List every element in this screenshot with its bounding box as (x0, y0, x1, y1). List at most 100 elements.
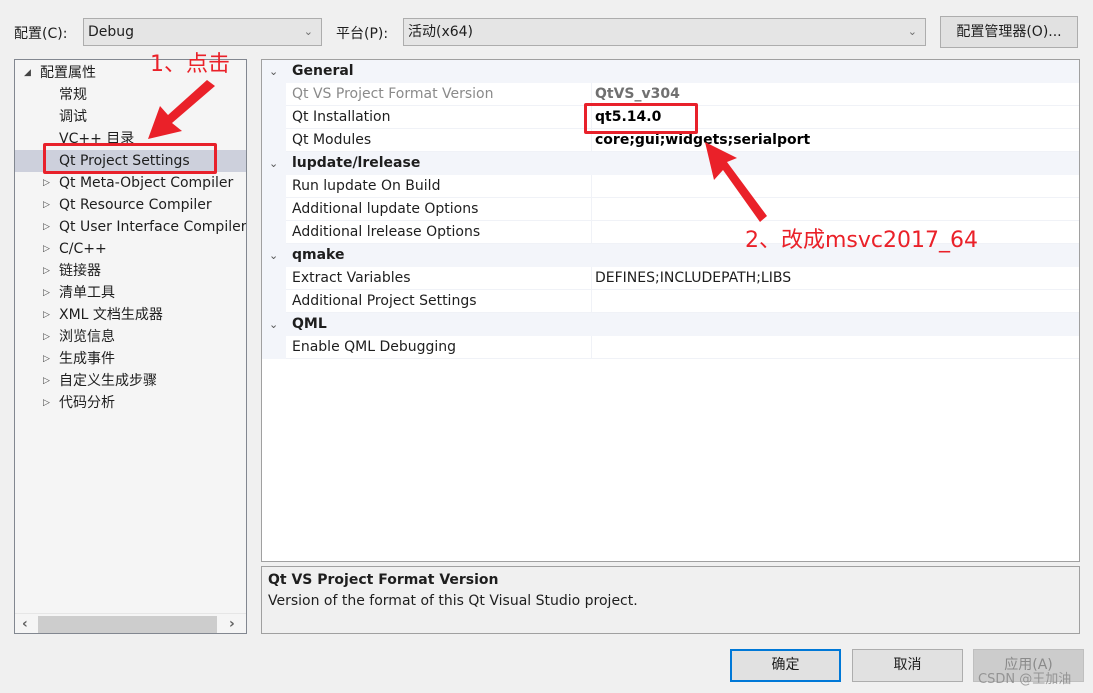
column-separator (591, 290, 592, 313)
config-value: Debug (88, 24, 135, 40)
row-gutter (262, 221, 286, 244)
row-gutter (262, 198, 286, 221)
tree-item-label: 生成事件 (59, 351, 115, 367)
property-name: Enable QML Debugging (292, 339, 457, 355)
description-pane: Qt VS Project Format Version Version of … (261, 566, 1080, 634)
tree-item-label: 调试 (59, 109, 87, 125)
chevron-down-icon[interactable]: ⌄ (269, 244, 278, 267)
horizontal-scrollbar[interactable]: ‹ › (15, 613, 246, 633)
tree-item-label: XML 文档生成器 (59, 307, 163, 323)
collapsed-triangle-icon[interactable]: ▷ (43, 216, 50, 238)
platform-value: 活动(x64) (408, 24, 474, 40)
collapsed-triangle-icon[interactable]: ▷ (43, 370, 50, 392)
property-row[interactable]: Additional Project Settings (262, 290, 1079, 313)
tree-item-label: 链接器 (59, 263, 101, 279)
property-grid: ⌄ General Qt VS Project Format Version QtVS… (261, 59, 1080, 562)
row-gutter (262, 175, 286, 198)
annotation-step1: 1、点击 (150, 52, 230, 77)
column-separator (591, 221, 592, 244)
row-gutter (262, 106, 286, 129)
tree-item[interactable]: ▷ 链接器 (15, 260, 246, 282)
description-body: Version of the format of this Qt Visual … (268, 593, 638, 609)
tree-item[interactable]: ▷ 清单工具 (15, 282, 246, 304)
property-name: Qt Installation (292, 109, 391, 125)
category-row[interactable]: ⌄ General (262, 60, 1079, 83)
property-name: Run lupdate On Build (292, 178, 441, 194)
tree-item[interactable]: ▷ 浏览信息 (15, 326, 246, 348)
row-gutter (262, 267, 286, 290)
tree-item-label: 代码分析 (59, 395, 115, 411)
platform-dropdown[interactable]: 活动(x64) ⌄ (403, 18, 926, 46)
property-name: Additional lrelease Options (292, 224, 481, 240)
category-name: lupdate/lrelease (292, 155, 421, 171)
highlight-box-qt-installation (584, 103, 698, 134)
config-dropdown[interactable]: Debug ⌄ (83, 18, 322, 46)
collapsed-triangle-icon[interactable]: ▷ (43, 282, 50, 304)
tree-item[interactable]: ▷ Qt User Interface Compiler (15, 216, 246, 238)
scroll-right-icon[interactable]: › (229, 614, 235, 633)
watermark: CSDN @王加油 (978, 672, 1072, 687)
annotation-step2: 2、改成msvc2017_64 (745, 228, 978, 253)
collapsed-triangle-icon[interactable]: ▷ (43, 392, 50, 414)
expanded-triangle-icon[interactable]: ◢ (24, 62, 31, 84)
property-name: Additional Project Settings (292, 293, 477, 309)
chevron-down-icon[interactable]: ⌄ (269, 60, 278, 83)
tree-item[interactable]: ▷ 生成事件 (15, 348, 246, 370)
tree-item[interactable]: ▷ Qt Meta-Object Compiler (15, 172, 246, 194)
column-separator (591, 175, 592, 198)
column-separator (591, 336, 592, 359)
collapsed-triangle-icon[interactable]: ▷ (43, 172, 50, 194)
tree-item[interactable]: 常规 (15, 84, 246, 106)
category-row[interactable]: ⌄ QML (262, 313, 1079, 336)
collapsed-triangle-icon[interactable]: ▷ (43, 238, 50, 260)
row-gutter (262, 290, 286, 313)
collapsed-triangle-icon[interactable]: ▷ (43, 194, 50, 216)
collapsed-triangle-icon[interactable]: ▷ (43, 304, 50, 326)
highlight-box-tree-item (43, 143, 217, 174)
scroll-left-icon[interactable]: ‹ (22, 614, 28, 633)
property-name: Additional lupdate Options (292, 201, 479, 217)
ok-button[interactable]: 确定 (730, 649, 841, 682)
tree-item[interactable]: ▷ 代码分析 (15, 392, 246, 414)
config-manager-button[interactable]: 配置管理器(O)... (940, 16, 1078, 48)
tree-item[interactable]: ▷ 自定义生成步骤 (15, 370, 246, 392)
category-name: qmake (292, 247, 345, 263)
platform-label: 平台(P): (336, 26, 389, 42)
config-label: 配置(C): (14, 26, 68, 42)
collapsed-triangle-icon[interactable]: ▷ (43, 260, 50, 282)
chevron-down-icon[interactable]: ⌄ (269, 313, 278, 336)
tree-item[interactable]: 调试 (15, 106, 246, 128)
chevron-down-icon: ⌄ (303, 25, 313, 38)
property-row[interactable]: Enable QML Debugging (262, 336, 1079, 359)
tree-item-label: 浏览信息 (59, 329, 115, 345)
chevron-down-icon: ⌄ (907, 25, 917, 38)
property-row[interactable]: Additional lupdate Options (262, 198, 1079, 221)
property-row[interactable]: Run lupdate On Build (262, 175, 1079, 198)
tree-item[interactable]: ▷ XML 文档生成器 (15, 304, 246, 326)
collapsed-triangle-icon[interactable]: ▷ (43, 326, 50, 348)
description-title: Qt VS Project Format Version (268, 572, 499, 588)
property-row[interactable]: Extract Variables DEFINES;INCLUDEPATH;LIB… (262, 267, 1079, 290)
chevron-down-icon[interactable]: ⌄ (269, 152, 278, 175)
tree-item[interactable]: ▷ C/C++ (15, 238, 246, 260)
category-name: QML (292, 316, 327, 332)
tree-item-label: 自定义生成步骤 (59, 373, 157, 389)
property-value[interactable]: DEFINES;INCLUDEPATH;LIBS (595, 267, 791, 290)
collapsed-triangle-icon[interactable]: ▷ (43, 348, 50, 370)
tree-item-label: 常规 (59, 87, 87, 103)
category-row[interactable]: ⌄ lupdate/lrelease (262, 152, 1079, 175)
tree-item-label: Qt User Interface Compiler (59, 219, 247, 235)
property-name: Extract Variables (292, 270, 411, 286)
row-gutter (262, 83, 286, 106)
property-name: Qt VS Project Format Version (292, 86, 494, 102)
scrollbar-thumb[interactable] (38, 616, 217, 633)
cancel-button[interactable]: 取消 (852, 649, 963, 682)
row-gutter (262, 336, 286, 359)
category-name: General (292, 63, 354, 79)
tree-root-label: 配置属性 (40, 65, 96, 81)
tree-item-label: C/C++ (59, 241, 107, 257)
column-separator (591, 267, 592, 290)
row-gutter (262, 129, 286, 152)
tree-item[interactable]: ▷ Qt Resource Compiler (15, 194, 246, 216)
property-name: Qt Modules (292, 132, 372, 148)
